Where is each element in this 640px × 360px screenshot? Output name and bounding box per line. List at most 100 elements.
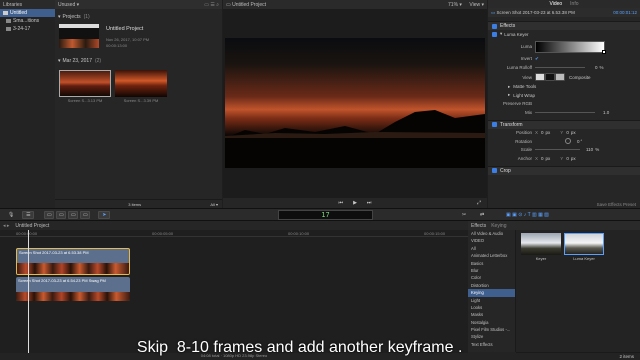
luma-keyer-row[interactable]: ▾ Luma Keyer [488, 30, 640, 39]
effects-category-item[interactable]: Basics [468, 260, 515, 267]
mix-slider[interactable] [535, 111, 595, 113]
effects-category-item[interactable]: All Video & Audio [468, 230, 515, 237]
effects-category-item[interactable]: Masks [468, 311, 515, 318]
invert-checkbox[interactable]: ✔ [535, 56, 539, 62]
effects-category-item[interactable]: Nostalgia [468, 319, 515, 326]
event-header[interactable]: ▾ Mar 23, 2017 (2) [58, 58, 101, 64]
position-row: Position X 0 px Y 0 px [488, 129, 640, 138]
clip-overwrite-button[interactable]: ▭ [80, 210, 91, 219]
zoom-dropdown[interactable]: 71% ▾ [448, 2, 462, 8]
anchor-y-value[interactable]: 0 [566, 156, 569, 161]
effects-category-item[interactable]: Looks [468, 304, 515, 311]
view-mode-button-1[interactable] [535, 73, 545, 81]
timeline-ruler[interactable]: 00:00:00:00 00:00:05:00 00:00:10:00 00:0… [0, 230, 468, 237]
crop-checkbox[interactable] [492, 168, 497, 173]
timeline-clip-bottom[interactable]: Screen Shot 2017-03-23 at 6.54.23 PM Swa… [16, 277, 130, 301]
rotation-dial[interactable] [565, 138, 571, 145]
effect-thumb-luma-keyer[interactable]: Luma Keyer [564, 233, 604, 263]
index-button[interactable]: ☰ [22, 210, 35, 219]
effects-category-item[interactable]: Text Effects [468, 341, 515, 348]
zoom-value: 71% [448, 1, 459, 8]
timecode-display[interactable]: 17 [278, 209, 373, 220]
luma-label: Luma [520, 44, 532, 49]
luma-keyer-checkbox[interactable] [492, 31, 497, 37]
save-preset-button[interactable]: Save Effects Preset [597, 202, 636, 207]
luma-rolloff-value[interactable]: 0 [595, 65, 598, 70]
viewer-frame[interactable] [225, 38, 485, 168]
timeline-clip-top[interactable]: Screen Shot 2017-03-23 at 6.53.38 PM [16, 248, 130, 275]
rotation-unit: ° [580, 138, 583, 144]
effects-category-item[interactable]: All [468, 245, 515, 252]
select-tool-button[interactable]: ➤ [98, 210, 111, 219]
position-x-value[interactable]: 0 [541, 130, 544, 135]
effects-category-item[interactable]: Color [468, 274, 515, 281]
effects-category-item[interactable]: Animated Letterbox [468, 252, 515, 259]
position-y-value[interactable]: 0 [566, 130, 569, 135]
mix-value[interactable]: 1.0 [603, 110, 609, 115]
crop-section-header[interactable]: Crop [488, 165, 640, 175]
luma-handle-icon[interactable] [602, 49, 606, 54]
effect-thumb-keyer[interactable]: Keyer [521, 233, 561, 263]
effects-category-item[interactable]: Distortion [468, 282, 515, 289]
project-item[interactable]: Untitled Project Nov 26, 2017, 10:07 PM … [59, 24, 219, 52]
effects-section-header[interactable]: Effects [488, 21, 640, 30]
rotation-row: Rotation 0 ° [488, 137, 640, 146]
filter-all-dropdown[interactable]: All ▾ [210, 202, 218, 207]
luma-rolloff-slider[interactable] [535, 66, 585, 68]
effects-tab[interactable]: Effects [471, 223, 486, 229]
view-mode-button-2[interactable] [545, 73, 555, 81]
rotation-value[interactable]: 0 [577, 139, 580, 144]
next-frame-button[interactable]: ⏭ [367, 200, 372, 206]
blade-icon[interactable]: ✂ [462, 212, 466, 218]
effects-category-item[interactable]: Pixel Film Studios -... [468, 326, 515, 333]
light-wrap-row[interactable]: ▸ Light Wrap [488, 91, 640, 100]
library-item-event[interactable]: 3-24-17 [0, 25, 55, 33]
unused-filter-dropdown[interactable]: Unused ▾ [58, 2, 79, 8]
browser-clip-1[interactable]: Screen S...3.13 PM [59, 70, 111, 103]
audio-skimming-icon[interactable]: ⇄ [480, 212, 484, 218]
scale-label: Scale [520, 147, 532, 153]
scale-slider[interactable] [535, 149, 580, 151]
anchor-y-unit: px [570, 155, 576, 161]
effects-category-item[interactable]: Keying [468, 289, 515, 297]
anchor-x-unit: px [545, 155, 551, 161]
tab-video[interactable]: Video [549, 1, 562, 7]
effects-category-item[interactable]: Blur [468, 267, 515, 274]
library-label: 3-24-17 [13, 26, 31, 32]
effects-checkbox[interactable] [492, 23, 497, 29]
clip-filmstrip [16, 292, 130, 301]
library-item-untitled[interactable]: Untitled [0, 9, 55, 17]
library-item-smart[interactable]: Sma...itions [0, 17, 55, 25]
back-icon[interactable]: ◂ ▸ [3, 223, 9, 229]
previous-frame-button[interactable]: ⏮ [339, 200, 344, 206]
effects-category-item[interactable]: Light [468, 297, 515, 304]
browser-icons[interactable]: ▣ ▣ ⊙ ♪ T ▥ ▦ ▧ [506, 212, 549, 218]
effects-category-item[interactable]: Stylize [468, 333, 515, 340]
transform-checkbox[interactable] [492, 122, 497, 127]
transform-section-header[interactable]: Transform [488, 119, 640, 129]
play-button[interactable]: ▶ [353, 200, 357, 206]
libraries-panel: Libraries Untitled Sma...itions 3-24-17 [0, 0, 55, 208]
playhead[interactable] [28, 230, 29, 355]
view-dropdown[interactable]: View ▾ [469, 2, 484, 8]
anchor-x-value[interactable]: 0 [541, 156, 544, 161]
crop-label: Crop [500, 167, 511, 174]
voiceover-icon[interactable]: 🎙 [8, 212, 14, 218]
luma-gradient-slider[interactable] [535, 40, 606, 54]
projects-header[interactable]: ▾ Projects (1) [55, 12, 222, 22]
luma-rolloff-unit: % [599, 64, 604, 70]
scale-value[interactable]: 110 [586, 147, 593, 152]
clip-append-button[interactable]: ▭ [68, 210, 79, 219]
browser-clip-2[interactable]: Screen S...3.39 PM [115, 70, 167, 103]
matte-tools-row[interactable]: ▸ Matte Tools [488, 83, 640, 92]
disclosure-icon: ▾ [58, 14, 61, 20]
tab-info[interactable]: Info [570, 1, 578, 7]
invert-label: Invert [520, 56, 532, 62]
keying-tab[interactable]: Keying [491, 223, 506, 229]
fullscreen-button[interactable]: ⤢ [477, 200, 481, 206]
clip-connect-button[interactable]: ▭ [44, 210, 55, 219]
scale-unit: % [595, 147, 600, 153]
clip-insert-button[interactable]: ▭ [56, 210, 67, 219]
effect-label: Luma Keyer [573, 256, 595, 261]
view-mode-button-3[interactable] [555, 73, 565, 81]
